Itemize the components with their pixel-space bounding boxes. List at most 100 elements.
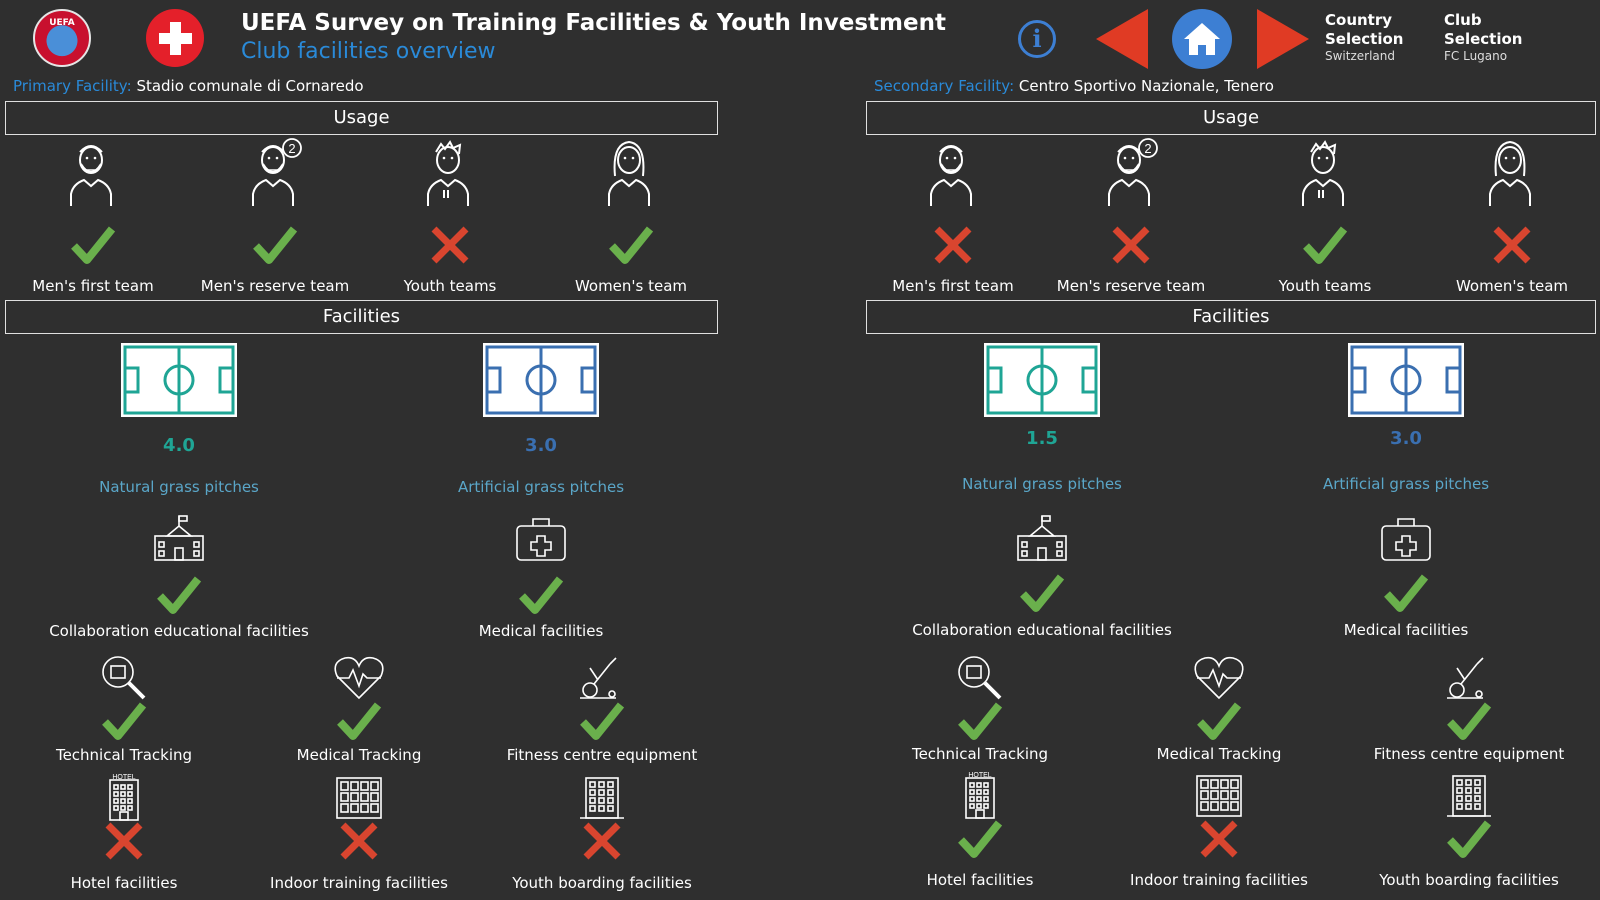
pitch-label: Artificial grass pitches [457, 478, 625, 496]
pitch-count: 1.5 [1026, 428, 1058, 449]
check-icon [1197, 702, 1242, 740]
club-selection-value: FC Lugano [1444, 49, 1508, 63]
cross-icon [1112, 226, 1150, 264]
svg-text:2: 2 [1144, 141, 1151, 156]
indoor-building-icon [1196, 775, 1242, 817]
usage-person-icon [1483, 138, 1541, 212]
swiss-flag-icon [146, 9, 204, 67]
check-mark [957, 700, 1003, 746]
school-icon [1017, 515, 1067, 561]
facilities-section-bar: Facilities [866, 300, 1596, 334]
pitch-label: Natural grass pitches [962, 475, 1122, 493]
check-icon [157, 576, 202, 614]
club-selection[interactable]: Club Selection FC Lugano [1444, 11, 1544, 63]
indoor-building-icon [336, 777, 382, 819]
person-icon [930, 145, 972, 206]
usage-person-icon: 2 [1102, 138, 1160, 212]
usage-label: Youth teams [1278, 277, 1372, 295]
check-icon [102, 702, 147, 740]
pitch-count: 3.0 [1390, 428, 1422, 449]
facility-label: Fitness centre equipment [1373, 745, 1565, 763]
check-mark [101, 700, 147, 746]
cross-icon [105, 822, 143, 860]
usage-label: Men's reserve team [1056, 277, 1206, 295]
pitch-icon [1348, 343, 1464, 417]
facilities-section-bar: Facilities [5, 300, 718, 334]
check-icon [958, 702, 1003, 740]
check-mark [957, 818, 1003, 864]
usage-label: Women's team [1455, 277, 1569, 295]
cross-mark [1110, 224, 1152, 270]
pitch-count: 3.0 [525, 435, 557, 456]
facility-label: Hotel facilities [70, 874, 178, 892]
natural-pitch-icon [119, 341, 239, 423]
check-icon [1447, 820, 1492, 858]
check-mark [336, 700, 382, 746]
usage-person-icon [1296, 138, 1354, 212]
cross-icon [1493, 226, 1531, 264]
usage-person-icon [602, 138, 660, 212]
cross-mark [1491, 224, 1533, 270]
check-icon [1384, 574, 1429, 612]
check-mark [579, 700, 625, 746]
exercise-bike-icon [580, 657, 617, 699]
cross-icon [340, 822, 378, 860]
hotel-icon: HOTEL [109, 774, 139, 821]
facility-label: Youth boarding facilities [1379, 871, 1559, 889]
usage-person-icon: 2 [246, 138, 304, 212]
magnifier-icon [958, 656, 1002, 700]
usage-label: Women's team [574, 277, 688, 295]
check-icon [519, 576, 564, 614]
facility-label: Collaboration educational facilities [49, 622, 309, 640]
country-selection[interactable]: Country Selection Switzerland [1325, 11, 1425, 63]
facility-line: Secondary Facility: Centro Sportivo Nazi… [874, 77, 1274, 95]
medical-kit-icon [511, 512, 571, 570]
cross-icon [934, 226, 972, 264]
person-icon [1489, 140, 1531, 206]
usage-label: Men's first team [32, 277, 154, 295]
svg-text:2: 2 [288, 141, 295, 156]
cross-mark [1198, 818, 1240, 864]
magnifier-icon [102, 656, 146, 700]
pitch-icon [984, 343, 1100, 417]
check-icon [580, 702, 625, 740]
svg-text:HOTEL: HOTEL [968, 772, 991, 779]
facility-label: Medical Tracking [1156, 745, 1282, 763]
check-mark [1446, 700, 1492, 746]
check-icon [337, 702, 382, 740]
facility-label: Medical facilities [478, 622, 604, 640]
check-mark [1302, 224, 1348, 270]
facility-label: Collaboration educational facilities [912, 621, 1172, 639]
usage-person-icon [924, 138, 982, 212]
person-icon: 2 [1108, 138, 1158, 206]
school-icon [154, 515, 204, 561]
home-button[interactable] [1172, 9, 1232, 69]
facility-key: Secondary Facility: [874, 77, 1015, 95]
boarding-building-icon [1447, 775, 1491, 817]
forward-arrow-icon[interactable] [1257, 9, 1309, 69]
info-icon[interactable]: i [1018, 20, 1056, 58]
check-mark [1383, 572, 1429, 618]
cross-icon [1200, 820, 1238, 858]
back-arrow-icon[interactable] [1096, 9, 1148, 69]
check-icon [253, 226, 298, 264]
page-subtitle: Club facilities overview [241, 39, 496, 64]
person-icon [427, 140, 469, 206]
pitch-icon [483, 343, 599, 417]
medical-kit-icon [1376, 512, 1436, 570]
school-icon [149, 512, 209, 570]
check-icon [1020, 574, 1065, 612]
cross-mark [429, 224, 471, 270]
check-mark [518, 574, 564, 620]
facility-label: Youth boarding facilities [512, 874, 692, 892]
heart-pulse-icon [334, 656, 384, 700]
school-icon [1012, 512, 1072, 570]
exercise-bike-icon [1447, 657, 1484, 699]
cross-icon [431, 226, 469, 264]
boarding-building-icon [580, 777, 624, 819]
pitch-label: Natural grass pitches [99, 478, 259, 496]
medical-kit-icon [1381, 518, 1431, 561]
person-icon [1302, 140, 1344, 206]
usage-label: Youth teams [403, 277, 497, 295]
facility-label: Hotel facilities [926, 871, 1034, 889]
